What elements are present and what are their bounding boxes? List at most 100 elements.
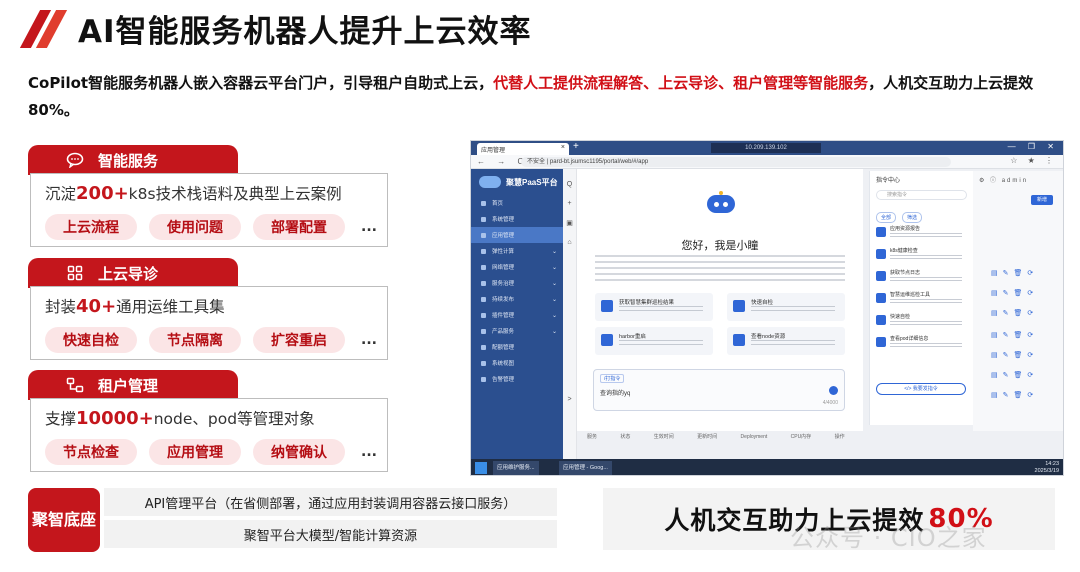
- sidebar-item[interactable]: 网络管理 ⌄: [471, 259, 563, 275]
- app-table-area: ⚙ ⓘ admin 新增 ▤✎🗑⟳ ▤✎🗑⟳ ▤✎🗑⟳ ▤✎🗑⟳ ▤✎🗑⟳ ▤✎…: [973, 171, 1063, 431]
- windows-start-icon[interactable]: [475, 462, 487, 474]
- quick-card[interactable]: 快速自检: [727, 293, 845, 321]
- sidebar-item[interactable]: 系统视图: [471, 355, 563, 371]
- sidebar-item-label: 系统视图: [492, 361, 515, 367]
- card-metric-line: 封装40+通用运维工具集: [45, 295, 225, 317]
- sidebar-item[interactable]: 告警管理: [471, 371, 563, 387]
- menu-icon: [481, 312, 486, 318]
- command-name: 获取节点日志: [890, 270, 921, 276]
- new-tab-button[interactable]: +: [573, 141, 579, 152]
- sidebar-item-label: 弹性计算: [492, 249, 515, 255]
- card-title: 智能服务: [98, 151, 159, 170]
- chip-row: 节点检查 应用管理 纳管确认 ...: [45, 439, 381, 465]
- command-item[interactable]: 智慧运维巡检工具: [876, 288, 967, 310]
- metric-number: 10000+: [76, 408, 154, 429]
- quick-card[interactable]: 查看node资源: [727, 327, 845, 355]
- chat-input[interactable]: /打指令 查询指的yq 4/4000: [593, 369, 845, 411]
- command-icon: [876, 337, 886, 347]
- card-icon: [601, 300, 613, 312]
- row-actions[interactable]: ▤✎🗑⟳: [991, 289, 1047, 297]
- chevron-down-icon: ⌄: [551, 280, 557, 287]
- row-actions[interactable]: ▤✎🗑⟳: [991, 351, 1047, 359]
- network-icon: [64, 376, 86, 394]
- row-actions[interactable]: ▤✎🗑⟳: [991, 269, 1047, 277]
- command-desc: [890, 321, 962, 327]
- card-title: 上云导诊: [98, 264, 159, 283]
- expand-icon[interactable]: >: [563, 396, 576, 403]
- search-icon[interactable]: Q: [563, 181, 576, 188]
- bot-intro-text: [595, 255, 845, 281]
- chat-window: 您好，我是小瞳 获取智慧集群巡检结果 快速自检 harbor重启 查看node资…: [577, 169, 863, 431]
- send-command-button[interactable]: </> 我要发指令: [876, 383, 966, 395]
- menu-icon: [481, 232, 486, 238]
- menu-icon: [481, 264, 486, 270]
- sidebar-item[interactable]: 配额管理: [471, 339, 563, 355]
- sidebar-item-label: 产品服务: [492, 329, 515, 335]
- browser-actions[interactable]: ☆ ★ ⋮: [1010, 156, 1057, 165]
- send-icon[interactable]: [829, 386, 838, 395]
- add-button[interactable]: 新增: [1031, 195, 1053, 205]
- base-row-model: 聚智平台大模型/智能计算资源: [104, 520, 557, 548]
- metric-number: 200+: [76, 183, 129, 204]
- url-field[interactable]: 不安全 | pard-bt.jsumsc1195/portal/web/#/ap…: [521, 157, 951, 167]
- more-ellipsis: ...: [361, 332, 377, 348]
- card-icon: [601, 334, 613, 346]
- os-taskbar: 应用维护服务... 应用管理 - Goog... 14:23 2025/3/19: [471, 459, 1063, 475]
- sidebar-item[interactable]: 系统管理: [471, 211, 563, 227]
- command-icon: [876, 271, 886, 281]
- close-icon[interactable]: ×: [561, 144, 565, 151]
- row-actions[interactable]: ▤✎🗑⟳: [991, 309, 1047, 317]
- command-desc: [890, 299, 962, 305]
- user-menu[interactable]: ⚙ ⓘ admin: [973, 171, 1063, 188]
- title-slash-decoration: [19, 10, 68, 48]
- row-actions[interactable]: ▤✎🗑⟳: [991, 331, 1047, 339]
- sidebar-item-label: 系统管理: [492, 217, 515, 223]
- sidebar-item-label: 应用管理: [492, 233, 515, 239]
- cloud-logo-icon: [479, 176, 501, 188]
- quick-card-title: 获取智慧集群巡检结果: [619, 300, 675, 306]
- taskbar-item[interactable]: 应用管理 - Goog...: [559, 461, 612, 475]
- command-tag[interactable]: /打指令: [600, 374, 625, 383]
- row-actions[interactable]: ▤✎🗑⟳: [991, 391, 1047, 399]
- command-item[interactable]: k8s健康检查: [876, 244, 967, 266]
- chip-node-isolation: 节点隔离: [149, 327, 241, 353]
- chevron-down-icon: ⌄: [551, 312, 557, 319]
- taskbar-item[interactable]: 应用维护服务...: [493, 461, 539, 475]
- command-name: 应用资源报告: [890, 226, 921, 232]
- command-item[interactable]: 查看pod详细信息: [876, 332, 967, 354]
- command-desc: [890, 255, 962, 261]
- sidebar-item[interactable]: 产品服务 ⌄: [471, 323, 563, 339]
- sidebar-item[interactable]: 持续发布 ⌄: [471, 291, 563, 307]
- command-item[interactable]: 应用资源报告: [876, 222, 967, 244]
- app-logo: 聚慧PaaS平台: [471, 169, 563, 195]
- metric-prefix: 沉淀: [45, 185, 77, 203]
- sidebar-item[interactable]: 服务治理 ⌄: [471, 275, 563, 291]
- more-ellipsis: ...: [361, 444, 377, 460]
- card-body: 沉淀200+k8s技术栈语料及典型上云案例 上云流程 使用问题 部署配置 ...: [30, 173, 388, 247]
- command-name: 查看pod详细信息: [890, 336, 929, 342]
- menu-icon: [481, 248, 486, 254]
- sidebar-item[interactable]: 插件管理 ⌄: [471, 307, 563, 323]
- quick-card-title: 查看node资源: [751, 334, 786, 340]
- sidebar-item[interactable]: 首页: [471, 195, 563, 211]
- row-actions[interactable]: ▤✎🗑⟳: [991, 371, 1047, 379]
- quick-card[interactable]: harbor重启: [595, 327, 713, 355]
- browser-tab[interactable]: 应用管理 ×: [477, 143, 569, 155]
- browser-tabbar: 应用管理 × + 10.209.139.102 — ❐ ✕: [471, 141, 1063, 155]
- window-controls[interactable]: — ❐ ✕: [1008, 142, 1059, 151]
- quick-card[interactable]: 获取智慧集群巡检结果: [595, 293, 713, 321]
- home-icon[interactable]: ⌂: [563, 239, 576, 246]
- menu-icon: [481, 280, 486, 286]
- quick-card-desc: [751, 306, 835, 314]
- panel-tabs: 全部 筛选: [876, 206, 967, 223]
- command-item[interactable]: 快速自检: [876, 310, 967, 332]
- clock-date: 2025/3/19: [1034, 468, 1059, 474]
- command-item[interactable]: 获取节点日志: [876, 266, 967, 288]
- menu-icon: [481, 200, 486, 206]
- box-icon[interactable]: ▣: [563, 219, 576, 227]
- sidebar-item-active[interactable]: 应用管理: [471, 227, 563, 243]
- panel-search[interactable]: 搜索指令: [876, 190, 967, 200]
- plus-icon[interactable]: +: [563, 200, 576, 207]
- sidebar-item[interactable]: 弹性计算 ⌄: [471, 243, 563, 259]
- sidebar-item-label: 持续发布: [492, 297, 515, 303]
